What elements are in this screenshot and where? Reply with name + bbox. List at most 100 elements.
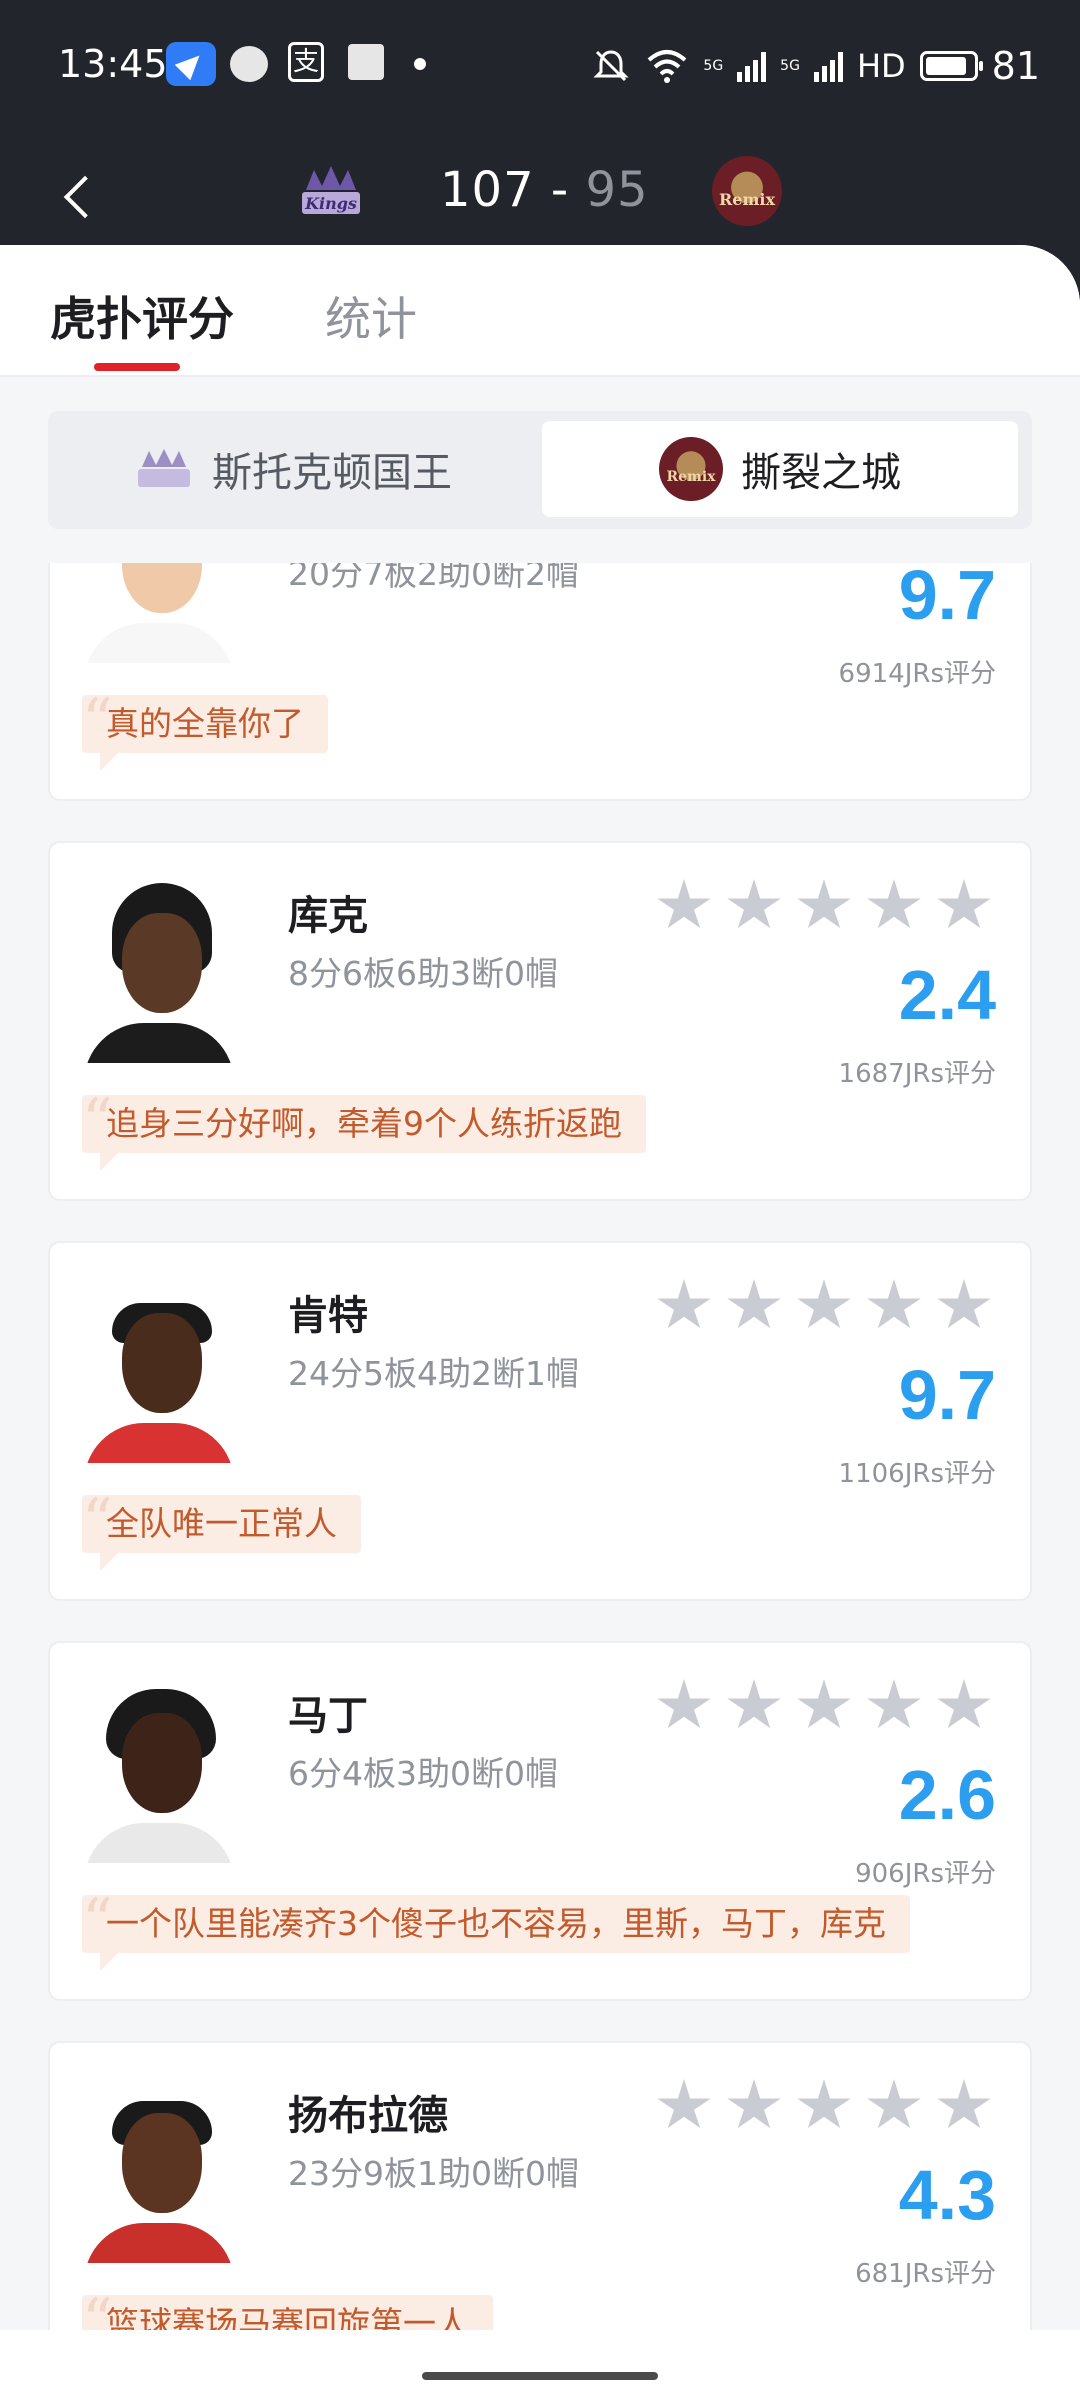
status-time: 13:45 [58, 42, 168, 86]
signal-icon-1 [737, 50, 767, 82]
rating-votes: 1106JRs评分 [838, 1459, 996, 1489]
player-name: 肯特 [288, 1293, 368, 1339]
player-card[interactable]: 肯特 24分5板4助2断1帽 9.7 1106JRs评分 “全队唯一正常人 [48, 1241, 1032, 1601]
player-rating: 2.4 [898, 956, 996, 1034]
player-name: 马丁 [288, 1693, 368, 1739]
star-icon[interactable] [797, 1279, 851, 1329]
star-icon[interactable] [937, 879, 991, 929]
game-score: 107 - 95 [440, 162, 649, 218]
away-score: 95 [585, 162, 649, 218]
network-5g-2: 5G [780, 58, 800, 74]
star-icon[interactable] [867, 879, 921, 929]
player-stat-line: 24分5板4助2断1帽 [288, 1354, 579, 1393]
team-switch-kings[interactable]: 斯托克顿国王 [56, 421, 530, 517]
alipay-icon: 支 [288, 42, 324, 82]
star-icon[interactable] [937, 1679, 991, 1729]
star-icon[interactable] [657, 1679, 711, 1729]
player-rating: 9.7 [898, 563, 996, 634]
kings-logo[interactable]: Kings [296, 162, 366, 222]
chat-bubble-icon [230, 46, 268, 82]
top-comment-text: 一个队里能凑齐3个傻子也不容易，里斯，马丁，库克 [106, 1904, 886, 1943]
quote-mark-icon: “ [82, 2286, 113, 2356]
star-icon[interactable] [727, 879, 781, 929]
team-switch-remix-label: 撕裂之城 [741, 450, 901, 496]
bottom-gesture-area [0, 2330, 1080, 2403]
tab-rating[interactable]: 虎扑评分 [50, 283, 234, 349]
star-icon[interactable] [727, 1279, 781, 1329]
star-rating-input[interactable] [656, 2079, 992, 2133]
score-separator: - [550, 162, 570, 218]
top-comment[interactable]: “一个队里能凑齐3个傻子也不容易，里斯，马丁，库克 [82, 1891, 910, 1971]
player-avatar [84, 2083, 234, 2263]
player-name: 扬布拉德 [288, 2093, 448, 2139]
network-5g-1: 5G [703, 58, 724, 74]
star-icon[interactable] [657, 879, 711, 929]
quote-mark-icon: “ [82, 686, 113, 756]
kings-logo-text: Kings [304, 194, 357, 213]
star-icon[interactable] [657, 1279, 711, 1329]
top-comment[interactable]: “全队唯一正常人 [82, 1491, 361, 1571]
remix-mini-logo-text: Remix [666, 469, 716, 485]
home-score: 107 [440, 162, 535, 218]
tab-bar: 虎扑评分 统计 [0, 245, 1080, 377]
home-indicator[interactable] [422, 2372, 658, 2380]
tab-stats[interactable]: 统计 [325, 283, 417, 349]
star-rating-input[interactable] [656, 1679, 992, 1733]
status-bar: 13:45 支 5G 5G HD 81 [58, 38, 1040, 94]
player-stat-line: 8分6板6助3断0帽 [288, 954, 558, 993]
star-rating-input[interactable] [656, 879, 992, 933]
news-icon [348, 44, 384, 80]
player-avatar [84, 1283, 234, 1463]
top-comment-text: 追身三分好啊，牵着9个人练折返跑 [106, 1104, 622, 1143]
star-icon[interactable] [727, 2079, 781, 2129]
star-icon[interactable] [937, 2079, 991, 2129]
mute-icon [593, 50, 630, 82]
rating-votes: 6914JRs评分 [838, 659, 996, 689]
top-comment-text: 真的全靠你了 [106, 704, 304, 743]
team-switch-kings-label: 斯托克顿国王 [212, 450, 452, 496]
more-notifications-dot [414, 58, 426, 70]
player-rating-list[interactable]: 20分7板2助0断2帽 9.7 6914JRs评分 “真的全靠你了 库克 8分6… [0, 563, 1080, 2403]
score-bar: Kings 107 - 95 Remix [0, 150, 1080, 240]
battery-icon [919, 51, 983, 81]
remix-mini-logo: Remix [659, 437, 723, 501]
star-icon[interactable] [867, 1679, 921, 1729]
player-card[interactable]: 库克 8分6板6助3断0帽 2.4 1687JRs评分 “追身三分好啊，牵着9个… [48, 841, 1032, 1201]
wifi-icon [648, 50, 687, 83]
team-switch-remix[interactable]: Remix 撕裂之城 [542, 421, 1018, 517]
top-comment[interactable]: “追身三分好啊，牵着9个人练折返跑 [82, 1091, 646, 1171]
player-rating: 9.7 [898, 1356, 996, 1434]
player-stat-line: 20分7板2助0断2帽 [288, 563, 579, 593]
star-rating-input[interactable] [656, 1279, 992, 1333]
star-icon[interactable] [727, 1679, 781, 1729]
quote-mark-icon: “ [82, 1486, 113, 1556]
star-icon[interactable] [797, 2079, 851, 2129]
status-right: 5G 5G HD 81 [591, 38, 1040, 94]
star-icon[interactable] [657, 2079, 711, 2129]
remix-logo-text: Remix [718, 190, 776, 209]
star-icon[interactable] [867, 1279, 921, 1329]
content-sheet: 虎扑评分 统计 斯托克顿国王 Remix 撕裂之城 20分7板2助0断2帽 9.… [0, 245, 1080, 2403]
star-icon[interactable] [797, 1679, 851, 1729]
active-tab-indicator [94, 363, 180, 371]
top-comment-text: 全队唯一正常人 [106, 1504, 337, 1543]
player-stat-line: 23分9板1助0断0帽 [288, 2154, 579, 2193]
top-comment[interactable]: “真的全靠你了 [82, 691, 328, 771]
player-name: 库克 [288, 893, 368, 939]
quote-mark-icon: “ [82, 1886, 113, 1956]
rating-votes: 681JRs评分 [855, 2259, 996, 2289]
player-card[interactable]: 马丁 6分4板3助0断0帽 2.6 906JRs评分 “一个队里能凑齐3个傻子也… [48, 1641, 1032, 2001]
star-icon[interactable] [797, 879, 851, 929]
remix-logo[interactable]: Remix [712, 156, 782, 226]
team-switch: 斯托克顿国王 Remix 撕裂之城 [48, 411, 1032, 529]
back-button[interactable] [50, 170, 110, 230]
kings-mini-logo [138, 449, 190, 487]
signal-icon-2 [813, 50, 843, 82]
player-card[interactable]: 20分7板2助0断2帽 9.7 6914JRs评分 “真的全靠你了 [48, 563, 1032, 801]
star-icon[interactable] [937, 1279, 991, 1329]
player-avatar [84, 883, 234, 1063]
rating-votes: 1687JRs评分 [838, 1059, 996, 1089]
player-rating: 2.6 [898, 1756, 996, 1834]
rating-votes: 906JRs评分 [855, 1859, 996, 1889]
star-icon[interactable] [867, 2079, 921, 2129]
